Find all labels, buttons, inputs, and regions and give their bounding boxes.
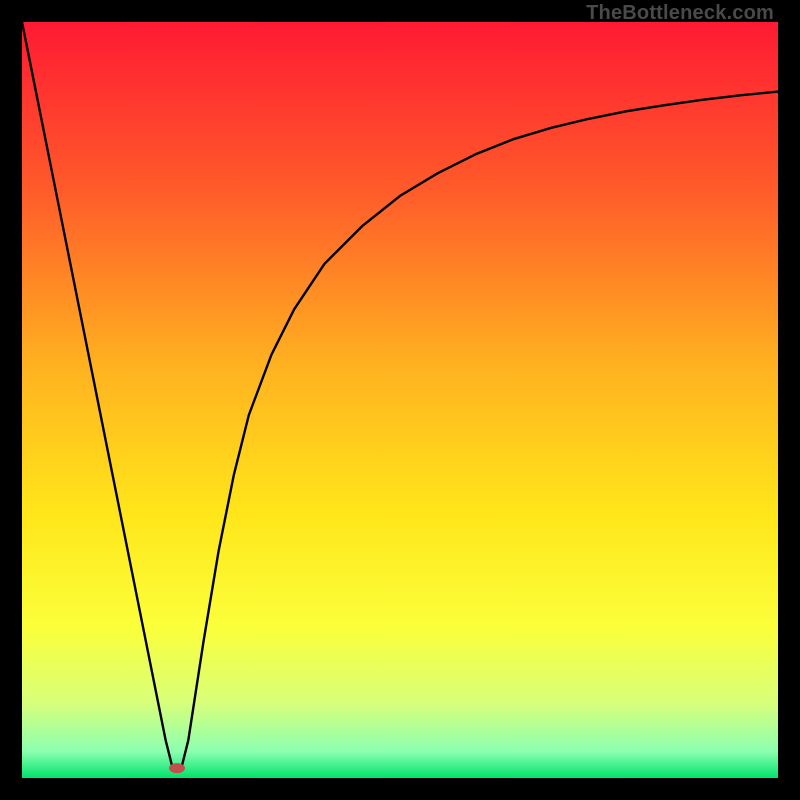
chart-frame: TheBottleneck.com <box>0 0 800 800</box>
optimum-marker <box>169 763 185 773</box>
chart-svg <box>22 22 778 778</box>
plot-area <box>22 22 778 778</box>
gradient-background <box>22 22 778 778</box>
